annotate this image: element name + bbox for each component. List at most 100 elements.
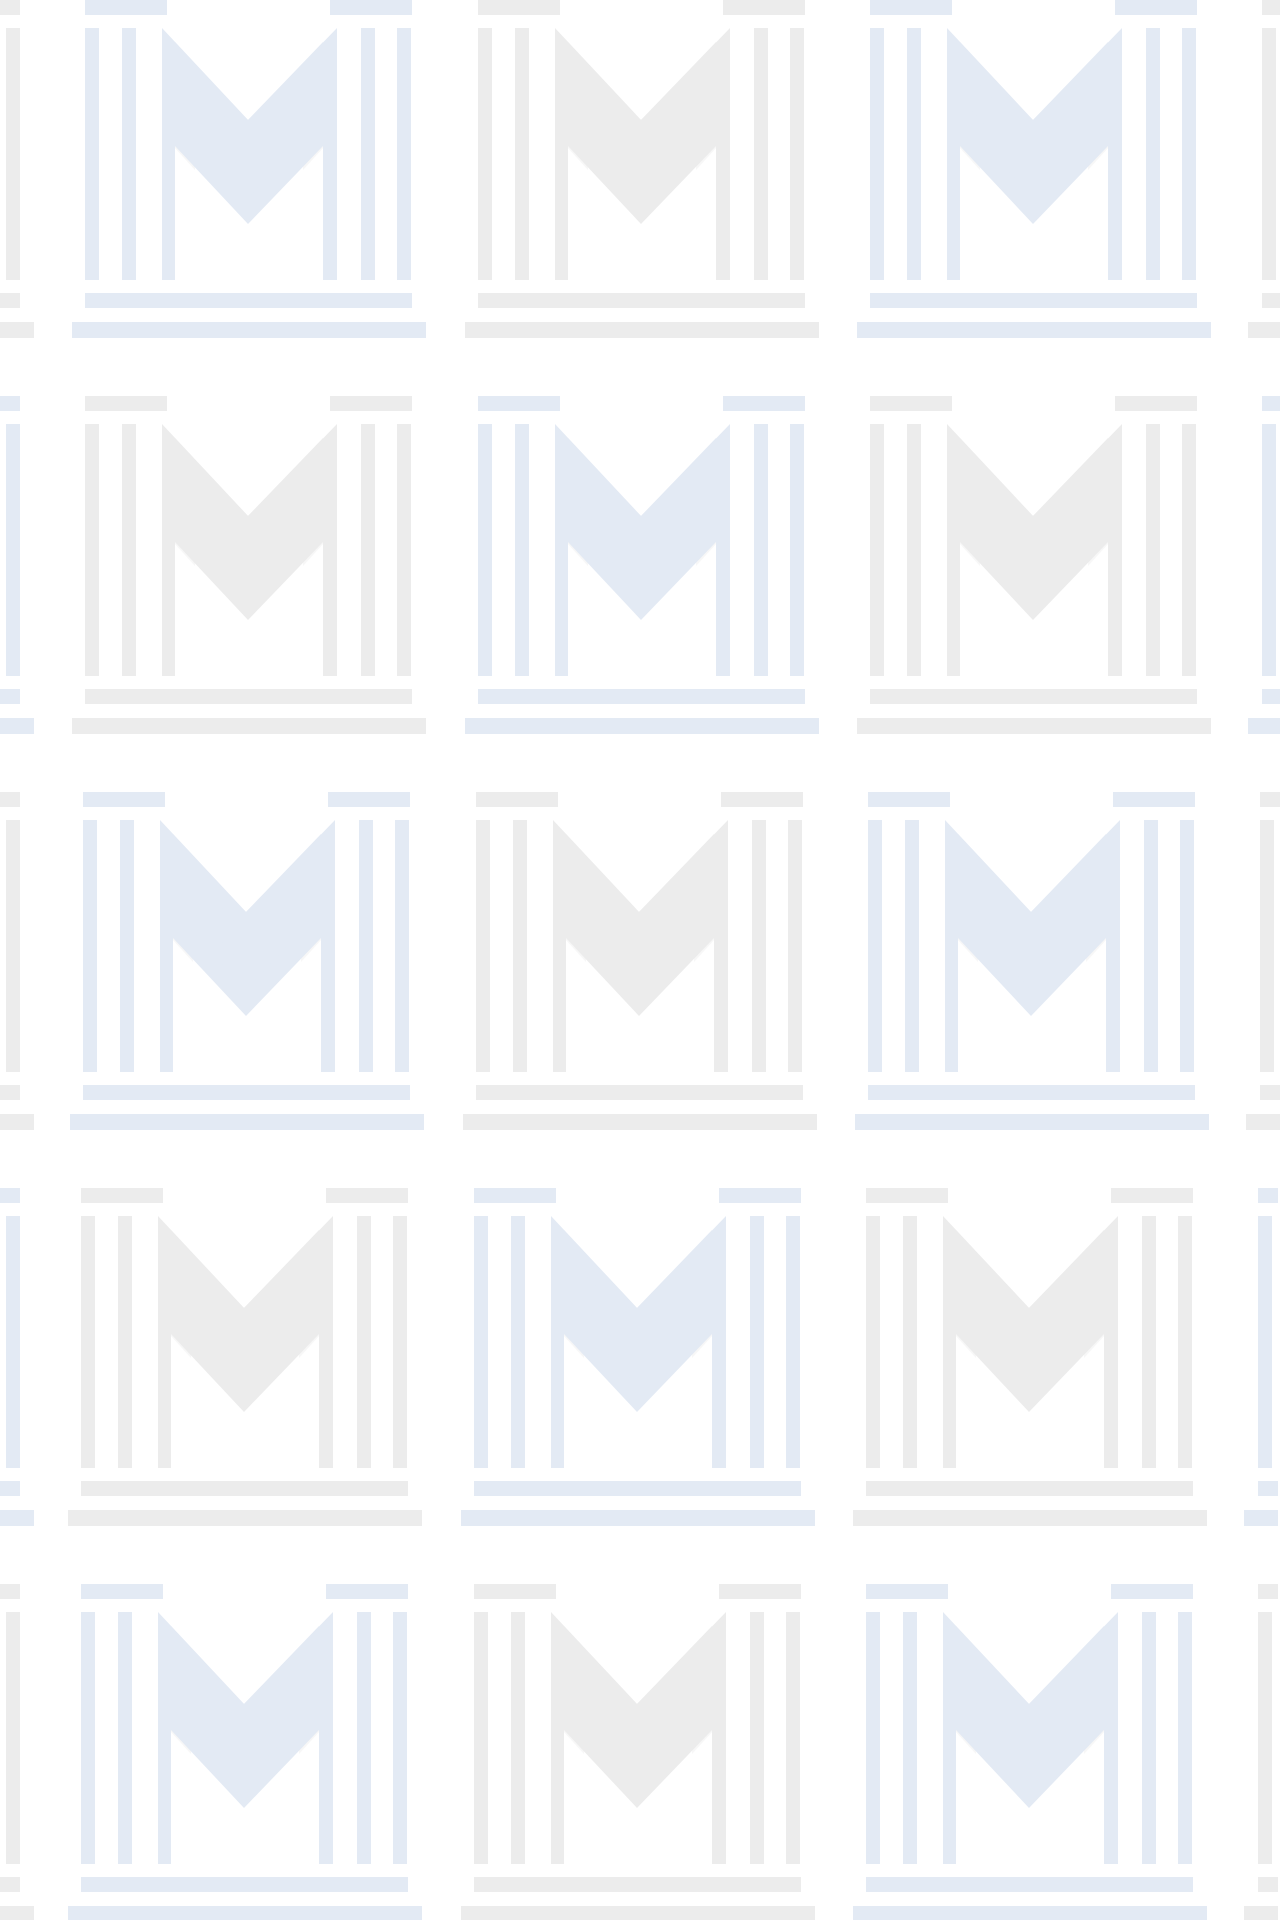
tile-vertical-bar-2 xyxy=(905,820,919,1072)
tile-vertical-bar-4 xyxy=(1178,1612,1192,1864)
edge-stub-left-r4 xyxy=(0,1188,34,1526)
m-monogram-pattern xyxy=(0,0,1280,1920)
edge-plinth-bar xyxy=(1244,1510,1278,1526)
tile-top-left-cap xyxy=(868,792,950,807)
edge-vertical-bar xyxy=(1258,1216,1272,1468)
monogram-tile-r4-c2 xyxy=(461,1188,815,1526)
tile-top-left-cap xyxy=(866,1584,948,1599)
tile-top-right-cap xyxy=(326,1188,408,1203)
tile-top-left-cap xyxy=(476,792,558,807)
tile-vertical-bar-1 xyxy=(866,1612,880,1864)
monogram-tile-r1-c2 xyxy=(465,0,819,338)
edge-vertical-bar xyxy=(6,820,20,1072)
edge-stub-right-r1 xyxy=(1248,0,1280,338)
tile-top-right-cap xyxy=(330,396,412,411)
edge-vertical-bar xyxy=(1258,1612,1272,1864)
tile-vertical-bar-2 xyxy=(511,1612,525,1864)
tile-vertical-bar-4 xyxy=(397,424,411,676)
tile-vertical-bar-1 xyxy=(85,28,99,280)
edge-vertical-bar xyxy=(1262,424,1276,676)
tile-base-bar xyxy=(474,1481,801,1496)
tile-base-bar xyxy=(866,1877,1193,1892)
tile-vertical-bar-4 xyxy=(393,1612,407,1864)
tile-top-left-cap xyxy=(85,396,167,411)
edge-plinth-bar xyxy=(1246,1114,1280,1130)
edge-stub-right-r5 xyxy=(1244,1584,1278,1920)
tile-base-bar xyxy=(83,1085,410,1100)
edge-vertical-bar xyxy=(6,28,20,280)
tile-vertical-bar-1 xyxy=(478,28,492,280)
tile-plinth-bar xyxy=(68,1510,422,1526)
edge-top-cap xyxy=(1258,1188,1278,1203)
tile-base-bar xyxy=(81,1481,408,1496)
tile-vertical-bar-2 xyxy=(122,28,136,280)
tile-top-left-cap xyxy=(83,792,165,807)
edge-top-cap xyxy=(0,792,20,807)
tile-top-right-cap xyxy=(1115,0,1197,15)
tile-top-right-cap xyxy=(723,0,805,15)
tile-vertical-bar-3 xyxy=(750,1216,764,1468)
tile-vertical-bar-3 xyxy=(1144,820,1158,1072)
edge-vertical-bar xyxy=(6,424,20,676)
edge-plinth-bar xyxy=(0,1510,34,1526)
tile-plinth-bar xyxy=(465,718,819,734)
tile-top-right-cap xyxy=(1113,792,1195,807)
tile-vertical-bar-2 xyxy=(515,424,529,676)
tile-vertical-bar-4 xyxy=(397,28,411,280)
tile-vertical-bar-3 xyxy=(752,820,766,1072)
edge-top-cap xyxy=(1258,1584,1278,1599)
edge-plinth-bar xyxy=(1248,322,1280,338)
tile-vertical-bar-1 xyxy=(868,820,882,1072)
tile-vertical-bar-4 xyxy=(1180,820,1194,1072)
tile-vertical-bar-1 xyxy=(870,424,884,676)
tile-base-bar xyxy=(478,293,805,308)
tile-vertical-bar-4 xyxy=(393,1216,407,1468)
edge-stub-left-r3 xyxy=(0,792,34,1130)
tile-vertical-bar-3 xyxy=(361,28,375,280)
tile-vertical-bar-2 xyxy=(903,1612,917,1864)
tile-top-left-cap xyxy=(81,1188,163,1203)
tile-vertical-bar-1 xyxy=(870,28,884,280)
edge-stub-right-r4 xyxy=(1244,1188,1278,1526)
tile-vertical-bar-2 xyxy=(903,1216,917,1468)
tile-plinth-bar xyxy=(72,718,426,734)
edge-plinth-bar xyxy=(0,1114,34,1130)
monogram-tile-r3-c2 xyxy=(463,792,817,1130)
edge-top-cap xyxy=(1262,396,1280,411)
edge-vertical-bar xyxy=(1262,28,1276,280)
tile-base-bar xyxy=(85,293,412,308)
tile-plinth-bar xyxy=(70,1114,424,1130)
tile-plinth-bar xyxy=(855,1114,1209,1130)
tile-top-right-cap xyxy=(1111,1188,1193,1203)
tile-vertical-bar-4 xyxy=(786,1612,800,1864)
edge-base-bar xyxy=(1260,1085,1280,1100)
edge-top-cap xyxy=(0,1584,20,1599)
monogram-tile-r3-c1 xyxy=(70,792,424,1130)
tile-plinth-bar xyxy=(853,1510,1207,1526)
edge-stub-left-r1 xyxy=(0,0,34,338)
monogram-tile-r1-c3 xyxy=(857,0,1211,338)
tile-vertical-bar-1 xyxy=(866,1216,880,1468)
tile-vertical-bar-2 xyxy=(118,1612,132,1864)
monogram-tile-r2-c3 xyxy=(857,396,1211,734)
monogram-tile-r2-c2 xyxy=(465,396,819,734)
edge-plinth-bar xyxy=(0,1906,34,1920)
tile-top-right-cap xyxy=(1115,396,1197,411)
tile-base-bar xyxy=(85,689,412,704)
edge-top-cap xyxy=(0,1188,20,1203)
edge-base-bar xyxy=(1258,1481,1278,1496)
tile-base-bar xyxy=(870,293,1197,308)
edge-vertical-bar xyxy=(6,1216,20,1468)
monogram-tile-r5-c2 xyxy=(461,1584,815,1920)
edge-base-bar xyxy=(1262,689,1280,704)
tile-plinth-bar xyxy=(465,322,819,338)
tile-top-left-cap xyxy=(474,1584,556,1599)
tile-plinth-bar xyxy=(461,1906,815,1920)
edge-stub-left-r5 xyxy=(0,1584,34,1920)
tile-vertical-bar-4 xyxy=(788,820,802,1072)
tile-plinth-bar xyxy=(857,718,1211,734)
edge-stub-right-r3 xyxy=(1246,792,1280,1130)
tile-vertical-bar-3 xyxy=(754,424,768,676)
tile-top-right-cap xyxy=(326,1584,408,1599)
edge-vertical-bar xyxy=(1260,820,1274,1072)
